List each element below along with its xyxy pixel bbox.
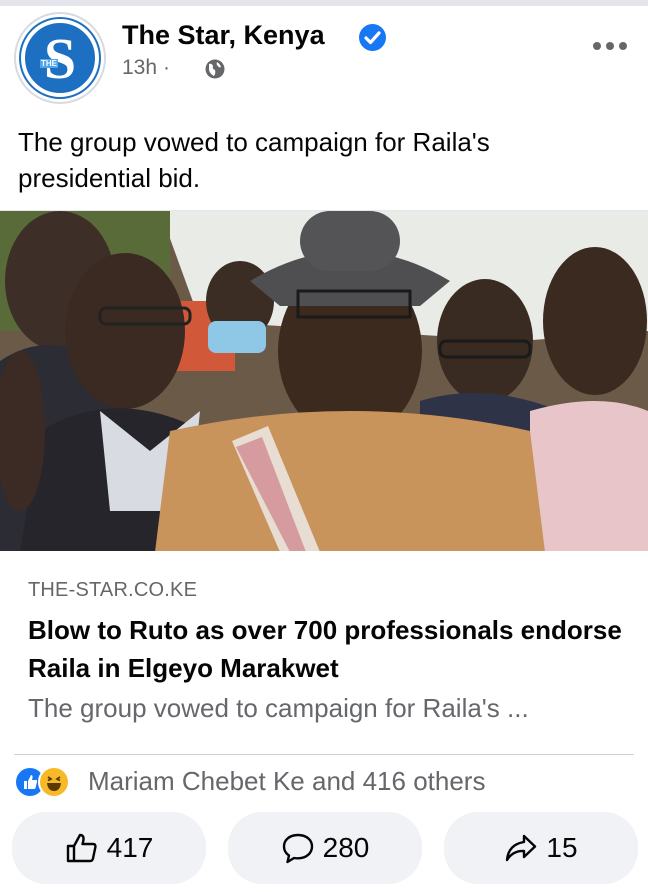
post-actions: 417 280 15 — [12, 812, 638, 884]
avatar-logo: S THE — [21, 19, 99, 97]
more-options-icon[interactable] — [592, 40, 628, 52]
link-domain: THE-STAR.CO.KE — [28, 579, 198, 601]
reactions-summary[interactable]: Mariam Chebet Ke and 416 others — [88, 766, 485, 797]
page-name[interactable]: The Star, Kenya — [122, 20, 325, 51]
crowd-photo — [0, 211, 648, 552]
link-headline[interactable]: Blow to Ruto as over 700 professionals e… — [28, 611, 628, 687]
post-header: S THE The Star, Kenya 13h · — [14, 12, 634, 108]
like-button[interactable]: 417 — [12, 812, 206, 884]
link-preview-image[interactable] — [0, 210, 648, 552]
page-avatar[interactable]: S THE — [14, 12, 106, 104]
reactions-divider — [14, 754, 634, 755]
top-divider — [0, 0, 648, 6]
share-count: 15 — [546, 832, 578, 863]
globe-icon — [205, 59, 225, 79]
link-preview[interactable]: THE-STAR.CO.KE Blow to Ruto as over 700 … — [0, 551, 648, 754]
thumbs-up-icon — [66, 833, 97, 863]
haha-icon — [38, 766, 70, 798]
share-arrow-icon — [506, 834, 537, 862]
verified-badge-icon — [359, 24, 386, 51]
link-description: The group vowed to campaign for Raila's … — [28, 693, 529, 723]
comment-icon — [282, 833, 313, 864]
comment-count: 280 — [322, 832, 370, 863]
meta-separator: · — [163, 56, 171, 79]
avatar-letter: S — [43, 26, 77, 91]
like-count: 417 — [106, 832, 154, 863]
post-time[interactable]: 13h — [122, 56, 157, 79]
share-button[interactable]: 15 — [444, 812, 638, 884]
comment-button[interactable]: 280 — [228, 812, 422, 884]
avatar-small-text: THE — [40, 59, 58, 68]
post-meta: 13h · — [122, 56, 176, 80]
reactions-bar[interactable]: Mariam Chebet Ke and 416 others — [14, 764, 634, 800]
post-caption: The group vowed to campaign for Raila's … — [18, 127, 490, 193]
